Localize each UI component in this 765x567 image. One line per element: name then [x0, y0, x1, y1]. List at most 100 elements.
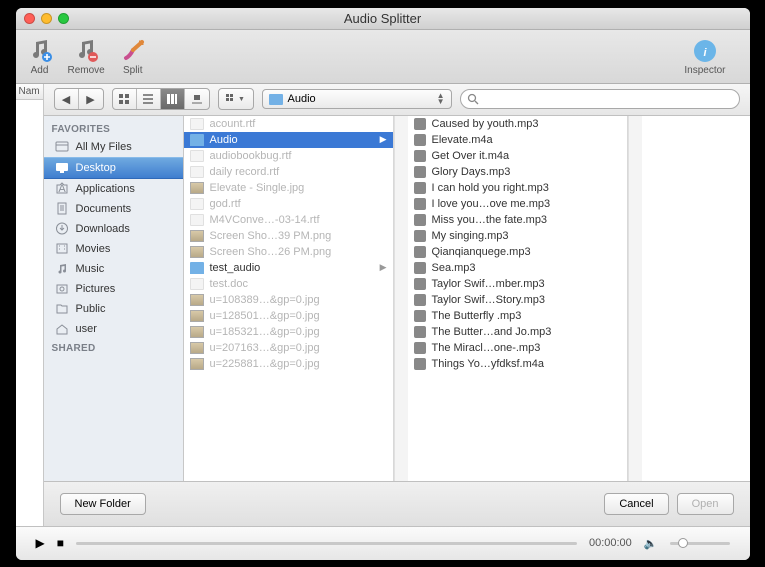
split-button[interactable]: Split	[119, 37, 147, 76]
path-popup[interactable]: Audio ▲▼	[262, 89, 452, 109]
list-item[interactable]: Get Over it.m4a	[408, 148, 627, 164]
sidebar-item-movies[interactable]: Movies	[44, 239, 183, 259]
list-item[interactable]: I love you…ove me.mp3	[408, 196, 627, 212]
sidebar-item-all-my-files[interactable]: All My Files	[44, 137, 183, 157]
list-item[interactable]: Caused by youth.mp3	[408, 116, 627, 132]
audio-thumbnail-icon	[414, 134, 426, 146]
info-icon: i	[691, 37, 719, 65]
list-item-label: Taylor Swif…mber.mp3	[432, 278, 545, 290]
browser-column-2[interactable]: Caused by youth.mp3 Elevate.m4a Get Over i…	[408, 116, 628, 481]
sidebar-item-music[interactable]: Music	[44, 259, 183, 279]
scrollbar[interactable]	[628, 116, 642, 481]
list-item[interactable]: My singing.mp3	[408, 228, 627, 244]
list-item[interactable]: god.rtf	[184, 196, 393, 212]
app-window: Audio Splitter Add Remove Split i Insp	[16, 8, 750, 560]
cancel-button[interactable]: Cancel	[604, 493, 668, 515]
arrange-menu[interactable]: ▼	[218, 88, 254, 110]
folder-icon	[269, 94, 283, 105]
name-column-header[interactable]: Nam	[16, 84, 43, 100]
list-item[interactable]: u=225881…&gp=0.jpg	[184, 356, 393, 372]
sidebar-item-public[interactable]: Public	[44, 299, 183, 319]
titlebar: Audio Splitter	[16, 8, 750, 30]
list-item-label: Qianqianquege.mp3	[432, 246, 531, 258]
seek-slider[interactable]	[76, 542, 577, 545]
inspector-button[interactable]: i Inspector	[684, 37, 725, 76]
list-item[interactable]: u=185321…&gp=0.jpg	[184, 324, 393, 340]
view-mode-segment	[112, 88, 210, 110]
sidebar-item-label: Movies	[76, 243, 111, 255]
volume-slider[interactable]	[670, 542, 730, 545]
list-item[interactable]: The Butterfly .mp3	[408, 308, 627, 324]
back-button[interactable]: ◀	[55, 89, 79, 109]
list-item[interactable]: Taylor Swif…Story.mp3	[408, 292, 627, 308]
list-item[interactable]: test_audio▶	[184, 260, 393, 276]
list-item[interactable]: Miss you…the fate.mp3	[408, 212, 627, 228]
list-item[interactable]: u=108389…&gp=0.jpg	[184, 292, 393, 308]
list-item[interactable]: test.doc	[184, 276, 393, 292]
list-item[interactable]: u=128501…&gp=0.jpg	[184, 308, 393, 324]
sidebar-item-applications[interactable]: AApplications	[44, 179, 183, 199]
sidebar-item-user[interactable]: user	[44, 319, 183, 339]
list-item-label: I can hold you right.mp3	[432, 182, 549, 194]
search-icon	[467, 93, 479, 105]
list-item[interactable]: Taylor Swif…mber.mp3	[408, 276, 627, 292]
desktop-icon	[54, 161, 70, 175]
document-icon	[190, 198, 204, 210]
list-item-label: Screen Sho…39 PM.png	[210, 230, 332, 242]
document-icon	[190, 214, 204, 226]
sidebar-item-documents[interactable]: Documents	[44, 199, 183, 219]
list-item-label: Get Over it.m4a	[432, 150, 510, 162]
audio-thumbnail-icon	[414, 246, 426, 258]
list-item[interactable]: Qianqianquege.mp3	[408, 244, 627, 260]
coverflow-view-button[interactable]	[185, 89, 209, 109]
list-item-label: Glory Days.mp3	[432, 166, 511, 178]
list-item[interactable]: The Miracl…one-.mp3	[408, 340, 627, 356]
play-button[interactable]: ▶	[36, 536, 45, 550]
search-field[interactable]	[460, 89, 740, 109]
sidebar-item-downloads[interactable]: Downloads	[44, 219, 183, 239]
audio-thumbnail-icon	[414, 262, 426, 274]
list-item[interactable]: Elevate.m4a	[408, 132, 627, 148]
remove-button[interactable]: Remove	[68, 37, 105, 76]
column-view-button[interactable]	[161, 89, 185, 109]
list-item[interactable]: acount.rtf	[184, 116, 393, 132]
sidebar-item-pictures[interactable]: Pictures	[44, 279, 183, 299]
list-item-label: u=185321…&gp=0.jpg	[210, 326, 320, 338]
list-item[interactable]: Elevate - Single.jpg	[184, 180, 393, 196]
list-item[interactable]: The Butter…and Jo.mp3	[408, 324, 627, 340]
stop-button[interactable]: ■	[57, 536, 64, 550]
home-icon	[54, 322, 70, 336]
open-button[interactable]: Open	[677, 493, 734, 515]
split-icon	[119, 37, 147, 65]
list-item-label: Caused by youth.mp3	[432, 118, 539, 130]
list-item-label: Things Yo…yfdksf.m4a	[432, 358, 545, 370]
browser-column-1[interactable]: acount.rtfAudio▶audiobookbug.rtfdaily re…	[184, 116, 394, 481]
list-item[interactable]: daily record.rtf	[184, 164, 393, 180]
audio-thumbnail-icon	[414, 278, 426, 290]
new-folder-button[interactable]: New Folder	[60, 493, 146, 515]
list-item[interactable]: Glory Days.mp3	[408, 164, 627, 180]
list-view-button[interactable]	[137, 89, 161, 109]
sidebar-item-label: All My Files	[76, 141, 132, 153]
sidebar-item-desktop[interactable]: Desktop	[44, 157, 183, 179]
list-item-label: I love you…ove me.mp3	[432, 198, 551, 210]
list-item[interactable]: Screen Sho…39 PM.png	[184, 228, 393, 244]
list-item[interactable]: Things Yo…yfdksf.m4a	[408, 356, 627, 372]
list-item[interactable]: Audio▶	[184, 132, 393, 148]
list-item[interactable]: audiobookbug.rtf	[184, 148, 393, 164]
window-title: Audio Splitter	[16, 11, 750, 26]
list-item[interactable]: u=207163…&gp=0.jpg	[184, 340, 393, 356]
list-item[interactable]: Sea.mp3	[408, 260, 627, 276]
add-button[interactable]: Add	[26, 37, 54, 76]
forward-button[interactable]: ▶	[79, 89, 103, 109]
list-item-label: Elevate.m4a	[432, 134, 493, 146]
icon-view-button[interactable]	[113, 89, 137, 109]
scrollbar[interactable]	[394, 116, 408, 481]
list-item[interactable]: I can hold you right.mp3	[408, 180, 627, 196]
sidebar-item-label: user	[76, 323, 97, 335]
chevron-right-icon: ▶	[380, 262, 387, 273]
movies-icon	[54, 242, 70, 256]
list-item[interactable]: M4VConve…-03-14.rtf	[184, 212, 393, 228]
audio-thumbnail-icon	[414, 182, 426, 194]
list-item[interactable]: Screen Sho…26 PM.png	[184, 244, 393, 260]
